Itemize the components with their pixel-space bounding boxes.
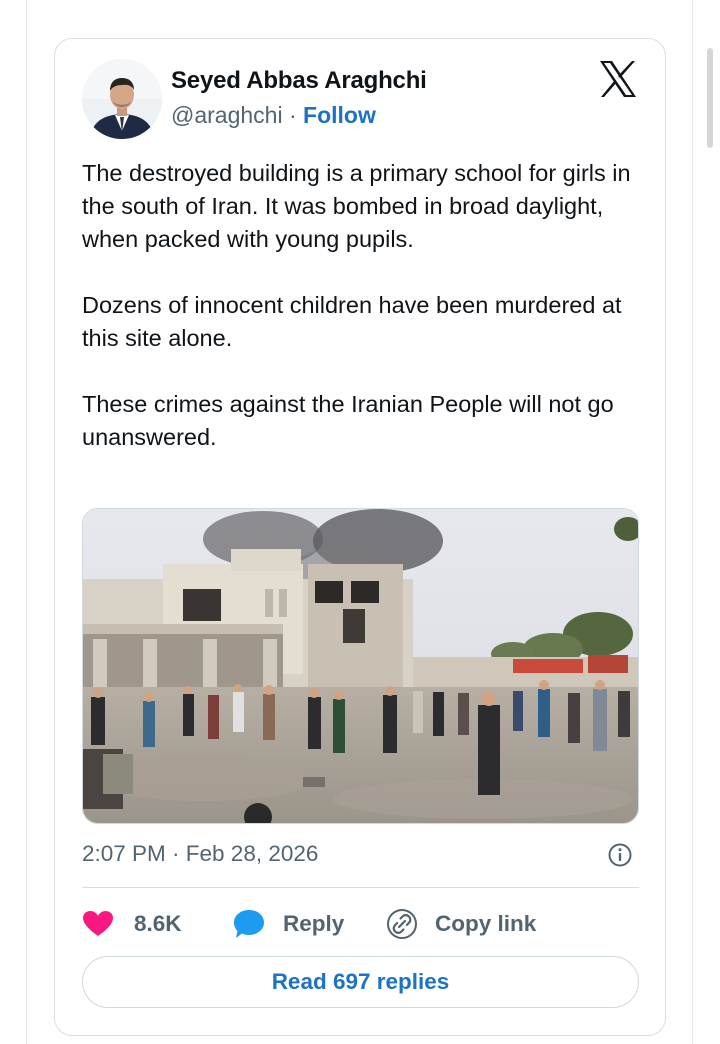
avatar-portrait [82, 59, 162, 139]
reply-button[interactable]: Reply [233, 901, 344, 947]
like-button[interactable]: 8.6K [82, 901, 182, 947]
follow-button[interactable]: Follow [303, 102, 376, 128]
tweet-timestamp[interactable]: 2:07 PM · Feb 28, 2026 [82, 841, 318, 867]
destroyed-school-photo [83, 509, 638, 823]
author-handle[interactable]: @araghchi [171, 102, 283, 128]
x-logo-icon[interactable] [598, 59, 638, 99]
avatar[interactable] [82, 59, 162, 139]
like-count: 8.6K [134, 911, 182, 936]
link-icon [387, 909, 417, 939]
copy-link-button[interactable]: Copy link [386, 901, 536, 947]
reply-label: Reply [283, 911, 345, 936]
read-replies-button[interactable]: Read 697 replies [82, 956, 639, 1008]
handle-separator: · [288, 102, 297, 128]
scrollbar-thumb[interactable] [707, 48, 713, 148]
tweet-paragraph: Dozens of innocent children have been mu… [82, 292, 622, 351]
copy-link-label: Copy link [435, 911, 537, 936]
reply-bubble-icon [234, 910, 264, 938]
tweet-paragraph: These crimes against the Iranian People … [82, 391, 614, 450]
tweet-media-image[interactable] [82, 508, 639, 824]
heart-icon [83, 911, 113, 936]
tweet-text: The destroyed building is a primary scho… [82, 157, 652, 454]
author-handle-row: @araghchi · Follow [171, 102, 376, 129]
page-edge-right [692, 0, 693, 1044]
tweet-paragraph: The destroyed building is a primary scho… [82, 160, 631, 252]
info-icon[interactable] [607, 842, 633, 868]
divider [82, 887, 639, 888]
tweet-card: Seyed Abbas Araghchi @araghchi · Follow … [54, 38, 666, 1036]
author-name[interactable]: Seyed Abbas Araghchi [171, 67, 427, 95]
page-edge-left [26, 0, 27, 1044]
